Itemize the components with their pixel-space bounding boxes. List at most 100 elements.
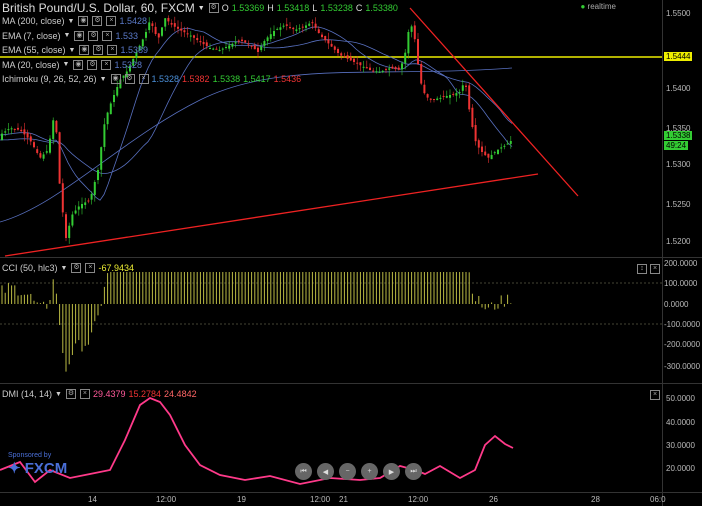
ichimoku-value: 1.5328 <box>151 74 180 84</box>
close-icon[interactable]: × <box>79 389 90 399</box>
playback-controls[interactable]: ⏮ ◀ − + ▶ ⏭ <box>295 463 422 480</box>
candle-body <box>356 62 359 64</box>
fast-forward-icon[interactable]: ⏭ <box>405 463 422 480</box>
settings-icon[interactable]: ⚙ <box>65 389 76 399</box>
indicator-value: 1.5389 <box>120 45 148 55</box>
eye-icon[interactable]: ◉ <box>73 59 84 70</box>
chevron-down-icon[interactable]: ▼ <box>63 61 70 68</box>
candle-body <box>436 98 439 101</box>
pane-close-icon[interactable]: × <box>650 390 660 400</box>
open-label: O <box>221 3 229 13</box>
settings-icon[interactable]: ⚙ <box>92 16 103 26</box>
zoom-in-icon[interactable]: + <box>361 463 378 480</box>
zoom-out-icon[interactable]: − <box>339 463 356 480</box>
ma200-line <box>0 67 513 223</box>
settings-icon[interactable]: ⚙ <box>88 30 99 41</box>
close-icon[interactable]: × <box>138 74 149 84</box>
candle-body <box>324 35 327 41</box>
close-icon[interactable]: × <box>101 59 112 70</box>
settings-icon[interactable]: ⚙ <box>93 45 104 55</box>
candle-body <box>212 48 215 50</box>
symbol-title[interactable]: British Pound/U.S. Dollar, 60, FXCM <box>2 1 195 15</box>
candle-body <box>308 23 311 26</box>
ichimoku-label[interactable]: Ichimoku (9, 26, 52, 26) <box>2 74 97 84</box>
pane-close-icon[interactable]: × <box>650 264 660 274</box>
symbol-header[interactable]: British Pound/U.S. Dollar, 60, FXCM ▼ ⚙ … <box>2 1 398 15</box>
chevron-down-icon[interactable]: ▼ <box>55 391 62 398</box>
indicator-label[interactable]: EMA (7, close) <box>2 31 61 41</box>
chevron-down-icon[interactable]: ▼ <box>68 18 75 25</box>
chevron-down-icon[interactable]: ▼ <box>61 265 68 272</box>
close-icon[interactable]: × <box>85 263 96 273</box>
indicator-label[interactable]: EMA (55, close) <box>2 45 66 55</box>
sponsor-logo[interactable]: Sponsored by ✦ FXCM <box>8 452 67 477</box>
settings-icon[interactable]: ⚙ <box>71 263 82 273</box>
chart-area[interactable]: British Pound/U.S. Dollar, 60, FXCM ▼ ⚙ … <box>0 0 662 506</box>
candle-body <box>205 42 208 47</box>
candle-body <box>417 39 419 64</box>
candle-body <box>39 153 42 158</box>
close-icon[interactable]: × <box>106 16 117 26</box>
candle-body <box>484 151 487 156</box>
realtime-label: realtime <box>587 2 616 11</box>
candle-body <box>346 55 349 59</box>
close-icon[interactable]: × <box>102 30 113 41</box>
last-price-tag: 1.5338 <box>664 131 693 140</box>
candle-body <box>458 92 461 94</box>
candle-body <box>506 143 509 145</box>
dmi-axis-label: 30.0000 <box>666 441 695 450</box>
time-axis-label: 28 <box>591 495 600 504</box>
candle-body <box>148 22 151 31</box>
trendline-resistance <box>409 7 579 197</box>
close-icon[interactable]: × <box>107 45 118 55</box>
candle-body <box>100 147 103 170</box>
indicator-label[interactable]: MA (20, close) <box>2 60 60 70</box>
eye-icon[interactable]: ◉ <box>79 45 90 55</box>
indicator-label[interactable]: MA (200, close) <box>2 16 65 26</box>
candle-body <box>404 52 407 64</box>
candle-body <box>410 26 413 32</box>
eye-icon[interactable]: ◉ <box>74 30 85 41</box>
candle-body <box>314 23 317 28</box>
candle-body <box>439 97 442 99</box>
cci-label[interactable]: CCI (50, hlc3) <box>2 263 58 273</box>
pane-divider[interactable] <box>0 383 702 384</box>
candle-body <box>109 103 112 115</box>
chevron-down-icon[interactable]: ▼ <box>64 32 71 39</box>
ichimoku-legend[interactable]: Ichimoku (9, 26, 52, 26) ▼ ◉ ⚙ × 1.5328 1… <box>2 74 304 84</box>
eye-icon[interactable]: ◉ <box>78 16 89 26</box>
rewind-icon[interactable]: ⏮ <box>295 463 312 480</box>
step-forward-icon[interactable]: ▶ <box>383 463 400 480</box>
settings-icon[interactable]: ⚙ <box>87 59 98 70</box>
eye-icon[interactable]: ◉ <box>110 74 121 84</box>
dmi-legend[interactable]: DMI (14, 14) ▼ ⚙ × 29.4379 15.2784 24.48… <box>2 389 197 399</box>
candle-body <box>333 46 336 50</box>
candle-body <box>253 45 256 50</box>
price-axis[interactable] <box>662 0 702 506</box>
realtime-dot-icon: ● <box>580 2 586 11</box>
step-back-icon[interactable]: ◀ <box>317 463 334 480</box>
indicator-legend[interactable]: EMA (7, close) ▼ ◉ ⚙ × 1.533 <box>2 30 138 41</box>
pane-maximize-icon[interactable]: ↕ <box>637 264 647 274</box>
chevron-down-icon[interactable]: ▼ <box>100 76 107 83</box>
indicator-legend[interactable]: MA (20, close) ▼ ◉ ⚙ × 1.5328 <box>2 59 142 70</box>
chevron-down-icon[interactable]: ▼ <box>198 5 205 12</box>
chevron-down-icon[interactable]: ▼ <box>69 47 76 54</box>
ichimoku-value: 1.5338 <box>212 74 241 84</box>
candle-body <box>74 210 77 214</box>
indicator-legend[interactable]: EMA (55, close) ▼ ◉ ⚙ × 1.5389 <box>2 45 148 55</box>
candle-body <box>301 26 304 28</box>
candle-body <box>65 214 67 238</box>
candle-body <box>477 140 480 148</box>
indicator-legend[interactable]: MA (200, close) ▼ ◉ ⚙ × 1.5428 <box>2 16 147 26</box>
dmi-label[interactable]: DMI (14, 14) <box>2 389 52 399</box>
low-value: 1.53238 <box>320 3 353 13</box>
candle-body <box>487 153 490 158</box>
settings-icon[interactable]: ⚙ <box>124 74 135 84</box>
cci-legend[interactable]: CCI (50, hlc3) ▼ ⚙ × -67.9434 <box>2 263 134 273</box>
candle-body <box>285 24 288 26</box>
close-label: C <box>355 3 363 13</box>
candle-body <box>349 56 352 61</box>
settings-icon[interactable]: ⚙ <box>208 3 219 13</box>
pane-divider[interactable] <box>0 257 702 258</box>
